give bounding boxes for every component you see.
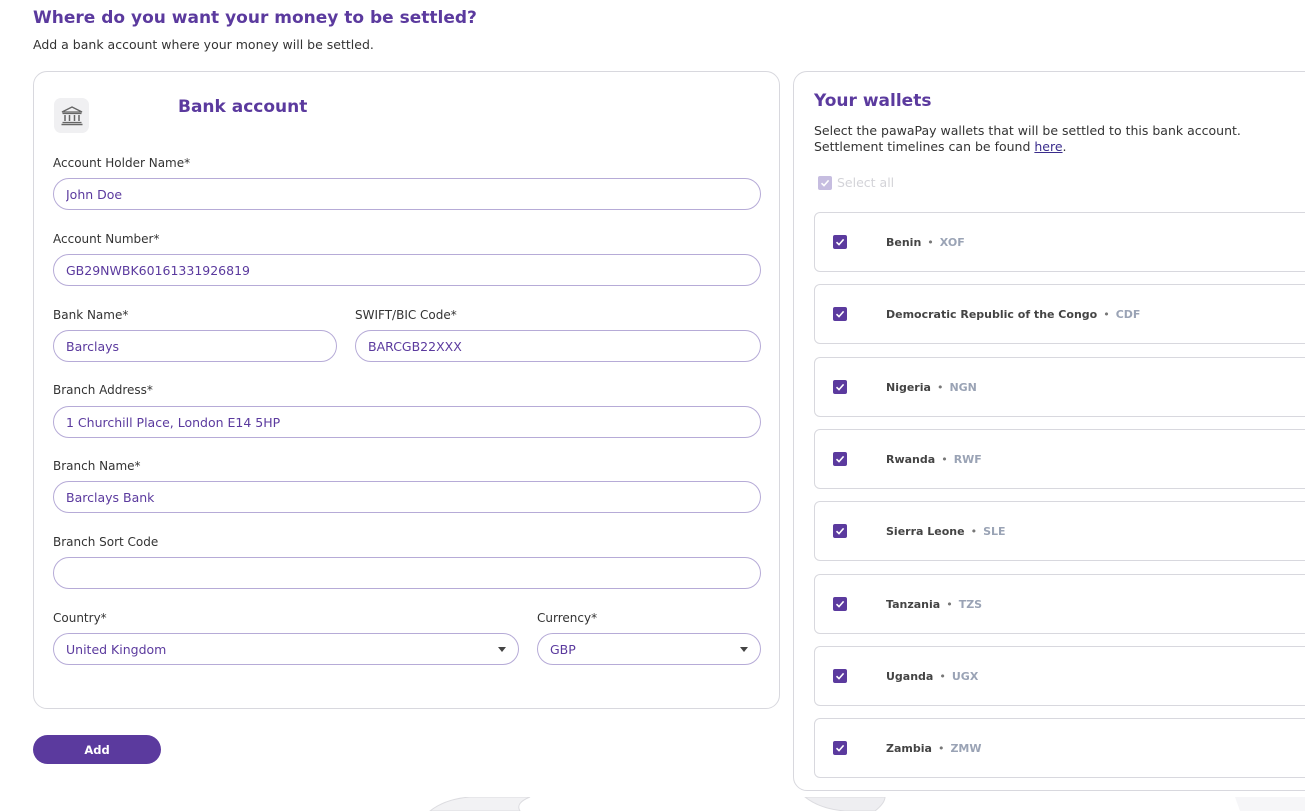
wallet-checkbox[interactable] <box>833 380 847 394</box>
page-subtitle: Add a bank account where your money will… <box>33 37 374 52</box>
separator-dot: • <box>946 597 953 611</box>
bank-account-title: Bank account <box>178 97 308 117</box>
separator-dot: • <box>937 741 945 755</box>
wallet-info: Tanzania • TZS <box>886 575 982 633</box>
branch-address-input[interactable] <box>53 406 761 438</box>
wallet-checkbox[interactable] <box>833 235 847 249</box>
sort-code-label: Branch Sort Code <box>53 535 159 549</box>
wallet-country: Benin <box>886 235 922 249</box>
wallet-country: Zambia <box>886 741 932 755</box>
wallet-row[interactable]: Uganda • UGX <box>814 646 1305 706</box>
wallet-row[interactable]: Benin • XOF <box>814 212 1305 272</box>
wallet-checkbox[interactable] <box>833 524 847 538</box>
wallet-checkbox[interactable] <box>833 307 847 321</box>
wallet-info: Rwanda • RWF <box>886 430 982 488</box>
checkbox-icon <box>818 175 832 190</box>
wallet-row[interactable]: Nigeria • NGN <box>814 357 1305 417</box>
separator-dot: • <box>936 380 944 394</box>
select-all-checkbox[interactable]: Select all <box>818 175 894 190</box>
account-number-input[interactable] <box>53 254 761 286</box>
branch-name-label: Branch Name* <box>53 459 141 473</box>
wallet-country: Uganda <box>886 669 934 683</box>
account-holder-input[interactable] <box>53 178 761 210</box>
separator-dot: • <box>927 235 934 249</box>
timelines-link[interactable]: here <box>1034 139 1062 154</box>
wallet-currency: ZMW <box>950 741 982 755</box>
currency-label: Currency* <box>537 611 598 625</box>
select-all-label: Select all <box>837 175 895 190</box>
wallet-info: Nigeria • NGN <box>886 358 977 416</box>
swift-label: SWIFT/BIC Code* <box>355 308 457 322</box>
wallet-checkbox[interactable] <box>833 597 847 611</box>
page-title: Where do you want your money to be settl… <box>33 8 477 28</box>
wallet-row[interactable]: Tanzania • TZS <box>814 574 1305 634</box>
wallet-info: Benin • XOF <box>886 213 965 271</box>
wallet-currency: RWF <box>953 452 982 466</box>
wallet-currency: SLE <box>983 524 1006 538</box>
bank-account-card: Bank account Account Holder Name* Accoun… <box>33 71 780 709</box>
decorative-illustration <box>429 797 1305 811</box>
wallet-currency: CDF <box>1115 307 1141 321</box>
separator-dot: • <box>941 452 948 466</box>
country-select-value: United Kingdom <box>66 641 167 657</box>
wallet-info: Sierra Leone • SLE <box>886 502 1006 560</box>
sort-code-input[interactable] <box>53 557 761 589</box>
bank-name-input[interactable] <box>53 330 337 362</box>
add-button[interactable]: Add <box>33 735 161 764</box>
swift-input[interactable] <box>355 330 761 362</box>
wallet-currency: UGX <box>951 669 979 683</box>
currency-select[interactable]: GBP <box>537 633 761 665</box>
wallet-row[interactable]: Sierra Leone • SLE <box>814 501 1305 561</box>
wallet-checkbox[interactable] <box>833 452 847 466</box>
branch-address-label: Branch Address* <box>53 383 153 397</box>
account-holder-label: Account Holder Name* <box>53 156 191 170</box>
wallet-country: Nigeria <box>886 380 931 394</box>
chevron-down-icon <box>498 646 506 652</box>
country-select[interactable]: United Kingdom <box>53 633 519 665</box>
bank-name-label: Bank Name* <box>53 308 129 322</box>
wallet-info: Democratic Republic of the Congo • CDF <box>886 285 1140 343</box>
separator-dot: • <box>1103 307 1110 321</box>
separator-dot: • <box>939 669 946 683</box>
wallet-checkbox[interactable] <box>833 669 847 683</box>
wallets-description: Select the pawaPay wallets that will be … <box>814 123 1241 154</box>
wallets-desc-line1: Select the pawaPay wallets that will be … <box>814 123 1241 138</box>
wallet-country: Tanzania <box>886 597 941 611</box>
wallets-title: Your wallets <box>814 91 932 111</box>
wallet-country: Democratic Republic of the Congo <box>886 307 1098 321</box>
currency-select-value: GBP <box>550 641 576 657</box>
country-label: Country* <box>53 611 107 625</box>
wallet-currency: NGN <box>949 380 977 394</box>
wallets-desc-line2: Settlement timelines can be found <box>814 139 1035 154</box>
wallet-currency: XOF <box>939 235 965 249</box>
wallet-row[interactable]: Democratic Republic of the Congo • CDF <box>814 284 1305 344</box>
account-number-label: Account Number* <box>53 232 160 246</box>
wallet-row[interactable]: Rwanda • RWF <box>814 429 1305 489</box>
wallet-info: Uganda • UGX <box>886 647 978 705</box>
wallet-country: Sierra Leone <box>886 524 965 538</box>
wallet-row[interactable]: Zambia • ZMW <box>814 718 1305 778</box>
separator-dot: • <box>970 524 978 538</box>
bank-icon <box>54 98 89 133</box>
wallet-info: Zambia • ZMW <box>886 719 982 777</box>
branch-name-input[interactable] <box>53 481 761 513</box>
wallets-card: Your wallets Select the pawaPay wallets … <box>793 71 1305 791</box>
chevron-down-icon <box>740 646 748 652</box>
wallet-checkbox[interactable] <box>833 741 847 755</box>
wallet-country: Rwanda <box>886 452 936 466</box>
wallet-currency: TZS <box>958 597 983 611</box>
